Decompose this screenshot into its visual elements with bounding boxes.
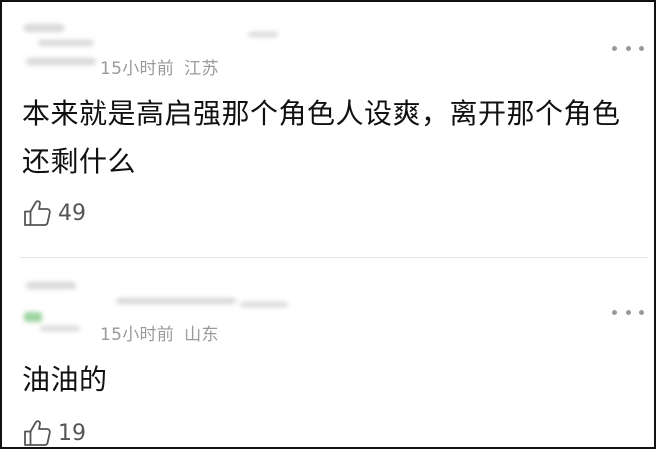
more-dots-icon bbox=[612, 45, 617, 51]
like-button[interactable]: 19 bbox=[22, 418, 86, 447]
comment-item: 15小时前 山东 油油的 19 bbox=[2, 258, 654, 447]
more-dot bbox=[625, 45, 631, 51]
like-button[interactable]: 49 bbox=[22, 198, 86, 228]
comment-item: 15小时前 江苏 本来就是高启强那个角色人设爽，离开那个角色还剩什么 49 bbox=[2, 2, 654, 257]
comment-time: 15小时前 bbox=[100, 59, 175, 79]
like-count: 19 bbox=[58, 420, 86, 446]
more-dot bbox=[639, 309, 644, 315]
more-dot bbox=[625, 309, 631, 315]
like-count: 49 bbox=[58, 200, 86, 226]
comment-location: 江苏 bbox=[184, 59, 219, 79]
more-dots-icon bbox=[612, 309, 617, 315]
comment-time: 15小时前 bbox=[100, 325, 175, 345]
comment-text: 油油的 bbox=[22, 363, 108, 396]
comment-location: 山东 bbox=[184, 325, 219, 345]
comment-text: 本来就是高启强那个角色人设爽，离开那个角色还剩什么 bbox=[22, 97, 621, 178]
comment-meta: 15小时前 江苏 bbox=[100, 54, 219, 79]
comment-list: 15小时前 江苏 本来就是高启强那个角色人设爽，离开那个角色还剩什么 49 15… bbox=[0, 0, 656, 449]
thumbs-up-icon bbox=[22, 418, 52, 447]
thumbs-up-icon bbox=[22, 198, 52, 228]
more-options-button[interactable] bbox=[612, 308, 644, 316]
comment-meta: 15小时前 山东 bbox=[100, 320, 219, 345]
more-options-button[interactable] bbox=[612, 44, 644, 52]
more-dot bbox=[639, 45, 644, 51]
